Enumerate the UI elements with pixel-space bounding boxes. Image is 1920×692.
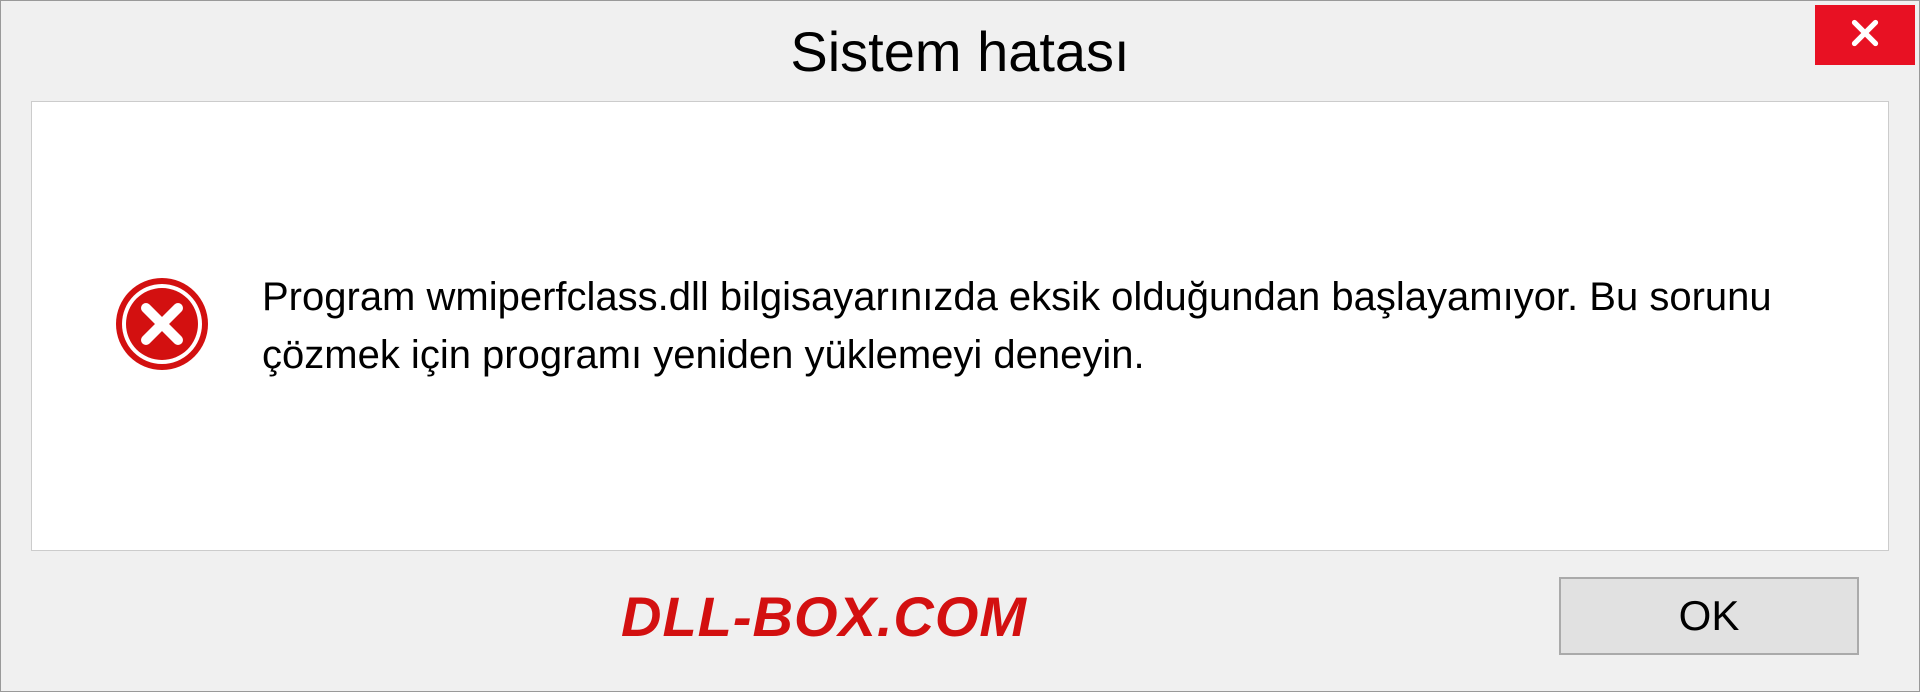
content-area: Program wmiperfclass.dll bilgisayarınızd…: [31, 101, 1889, 551]
close-button[interactable]: [1815, 5, 1915, 65]
ok-button[interactable]: OK: [1559, 577, 1859, 655]
error-dialog: Sistem hatası Program wmiperfclass.dll b…: [0, 0, 1920, 692]
titlebar: Sistem hatası: [1, 1, 1919, 101]
error-icon: [112, 274, 212, 379]
dialog-footer: DLL-BOX.COM OK: [1, 571, 1919, 691]
dialog-title: Sistem hatası: [790, 19, 1129, 84]
watermark-text: DLL-BOX.COM: [621, 584, 1027, 649]
error-message: Program wmiperfclass.dll bilgisayarınızd…: [262, 268, 1808, 384]
close-icon: [1847, 15, 1883, 56]
